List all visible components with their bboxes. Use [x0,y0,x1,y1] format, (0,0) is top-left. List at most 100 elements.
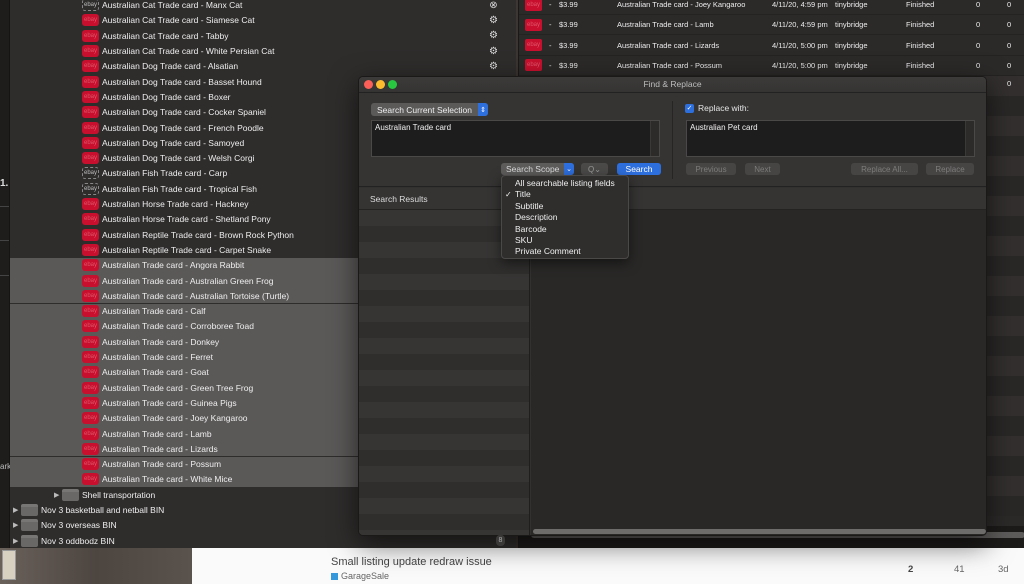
replace-text-field[interactable]: Australian Pet card [686,120,975,157]
table-row[interactable]: ebay - $3.99 Australian Trade card - Joey K… [519,0,1024,15]
table-row[interactable]: ebay - $3.99 Australian Trade card - Possum… [519,56,1024,76]
ebay-badge-icon: ebay [82,60,99,73]
topic-category[interactable]: GarageSale [331,571,389,581]
cell-date: 4/11/20, 5:00 pm [772,40,828,50]
remove-icon: ⊗ [489,0,498,11]
folder-icon [21,504,38,517]
activity-age: 3d [998,564,1009,575]
cell-dash: - [549,40,552,50]
listing-row[interactable]: ebay Australian Cat Trade card - White Pe… [10,43,516,58]
ebay-badge-icon: ebay [525,59,542,72]
cell-price: $3.99 [559,40,578,50]
cell-col-b: 0 [1007,40,1012,50]
ebay-badge-icon: ebay [82,29,99,42]
disclosure-triangle-icon[interactable]: ▶ [13,521,18,529]
scope-menu-item[interactable]: Private Comment [502,246,628,257]
cell-peek-value: 0 [1007,79,1012,88]
result-row [359,450,529,466]
search-options-button[interactable]: Q⌄ [581,163,608,175]
scope-menu-item[interactable]: All searchable listing fields [502,178,628,189]
cell-title: Australian Trade card - Joey Kangaroo [617,0,746,9]
listing-row[interactable]: ebay Australian Dog Trade card - Alsatian… [10,59,516,74]
result-row [359,482,529,498]
result-row [359,418,529,434]
table-row[interactable]: ebay - $3.99 Australian Trade card - Lamb 4/… [519,15,1024,36]
sync-icon: ⚙ [489,14,498,26]
window-titlebar[interactable]: Find & Replace [359,77,986,93]
listing-row[interactable]: ebay Australian Cat Trade card - Siamese … [10,13,516,28]
cell-col-a: 0 [976,60,981,70]
cell-price: $3.99 [559,0,578,9]
ebay-badge-icon: ebay [82,305,99,318]
previous-button[interactable]: Previous [686,163,736,175]
ebay-badge-icon: ebay [82,0,99,12]
listing-title: Australian Trade card - Australian Torto… [102,290,290,301]
sync-icon: ⚙ [489,45,498,57]
folder-label: Nov 3 basketball and netball BIN [41,505,165,516]
listing-title: Australian Trade card - Angora Rabbit [102,260,245,271]
table-row[interactable]: ebay - $3.99 Australian Trade card - Lizard… [519,36,1024,56]
disclosure-triangle-icon[interactable]: ▶ [54,491,59,499]
listing-title: Australian Trade card - Australian Green… [102,275,274,286]
listing-title: Australian Trade card - Guinea Pigs [102,397,237,408]
ebay-badge-icon: ebay [82,14,99,27]
result-row [359,514,529,530]
replace-text-scrollbar[interactable] [965,121,974,156]
listing-title: Australian Dog Trade card - Boxer [102,91,231,102]
replace-button[interactable]: Replace [926,163,974,175]
scope-menu-item[interactable]: Barcode [502,224,628,235]
forum-topic-row[interactable]: Small listing update redraw issue Garage… [192,548,1024,584]
listing-title: Australian Cat Trade card - White Persia… [102,46,275,57]
folder-label: Shell transportation [82,489,156,500]
search-scope-menu: All searchable listing fields ✓ Title Subti… [501,175,629,259]
magnifier-icon: Q⌄ [588,164,601,174]
view-count: 41 [954,564,965,575]
ebay-badge-icon: ebay [82,274,99,287]
search-mode-popup[interactable]: Search Current Selection ⇕ [371,103,488,116]
listing-title: Australian Dog Trade card - Welsh Corgi [102,153,255,164]
cell-title: Australian Trade card - Lamb [617,20,714,30]
search-button[interactable]: Search [617,163,661,175]
cell-dash: - [549,60,552,70]
replace-all-button[interactable]: Replace All... [851,163,918,175]
find-text-scrollbar[interactable] [650,121,659,156]
cell-account: tinybridge [835,40,868,50]
listing-title: Australian Dog Trade card - Samoyed [102,137,245,148]
listing-title: Australian Trade card - Lizards [102,443,218,454]
listing-title: Australian Trade card - Goat [102,367,209,378]
search-scope-popup[interactable]: Search Scope ⌄ [501,163,574,175]
cell-status: Finished [906,0,935,9]
ebay-badge-icon: ebay [82,167,99,180]
disclosure-triangle-icon[interactable]: ▶ [13,506,18,514]
replace-with-label: Replace with: [698,103,750,113]
scope-menu-item-label: Private Comment [515,246,581,257]
ebay-badge-icon: ebay [82,152,99,165]
replace-text-value: Australian Pet card [690,123,758,132]
result-row [359,306,529,322]
folder-label: Nov 3 oddbodz BIN [41,535,115,546]
replace-checkbox[interactable]: ✓ [685,103,694,113]
scope-menu-item[interactable]: Subtitle [502,201,628,212]
listing-row[interactable]: ebay Australian Cat Trade card - Manx Cat… [10,0,516,13]
result-row [359,354,529,370]
ebay-badge-icon: ebay [82,351,99,364]
scope-menu-item[interactable]: Description [502,212,628,223]
topic-title[interactable]: Small listing update redraw issue [331,556,492,568]
listing-title: Australian Cat Trade card - Siamese Cat [102,15,255,26]
ebay-badge-icon: ebay [82,289,99,302]
ebay-badge-icon: ebay [82,136,99,149]
cell-date: 4/11/20, 5:00 pm [772,60,828,70]
replace-with-toggle[interactable]: ✓ Replace with: [685,103,749,113]
listing-title: Australian Trade card - Lamb [102,428,212,439]
ebay-badge-icon: ebay [82,320,99,333]
scope-menu-item-label: Barcode [515,223,547,234]
listing-title: Australian Dog Trade card - Cocker Spani… [102,107,266,118]
listing-row[interactable]: ebay Australian Cat Trade card - Tabby ⚙ [10,28,516,43]
detail-horizontal-scrollbar[interactable] [533,529,986,534]
find-text-field[interactable]: Australian Trade card [371,120,660,157]
next-button[interactable]: Next [745,163,780,175]
scope-menu-item[interactable]: ✓ Title [502,189,628,200]
window-title: Find & Replace [643,79,702,89]
scope-menu-item[interactable]: SKU [502,235,628,246]
disclosure-triangle-icon[interactable]: ▶ [13,537,18,545]
